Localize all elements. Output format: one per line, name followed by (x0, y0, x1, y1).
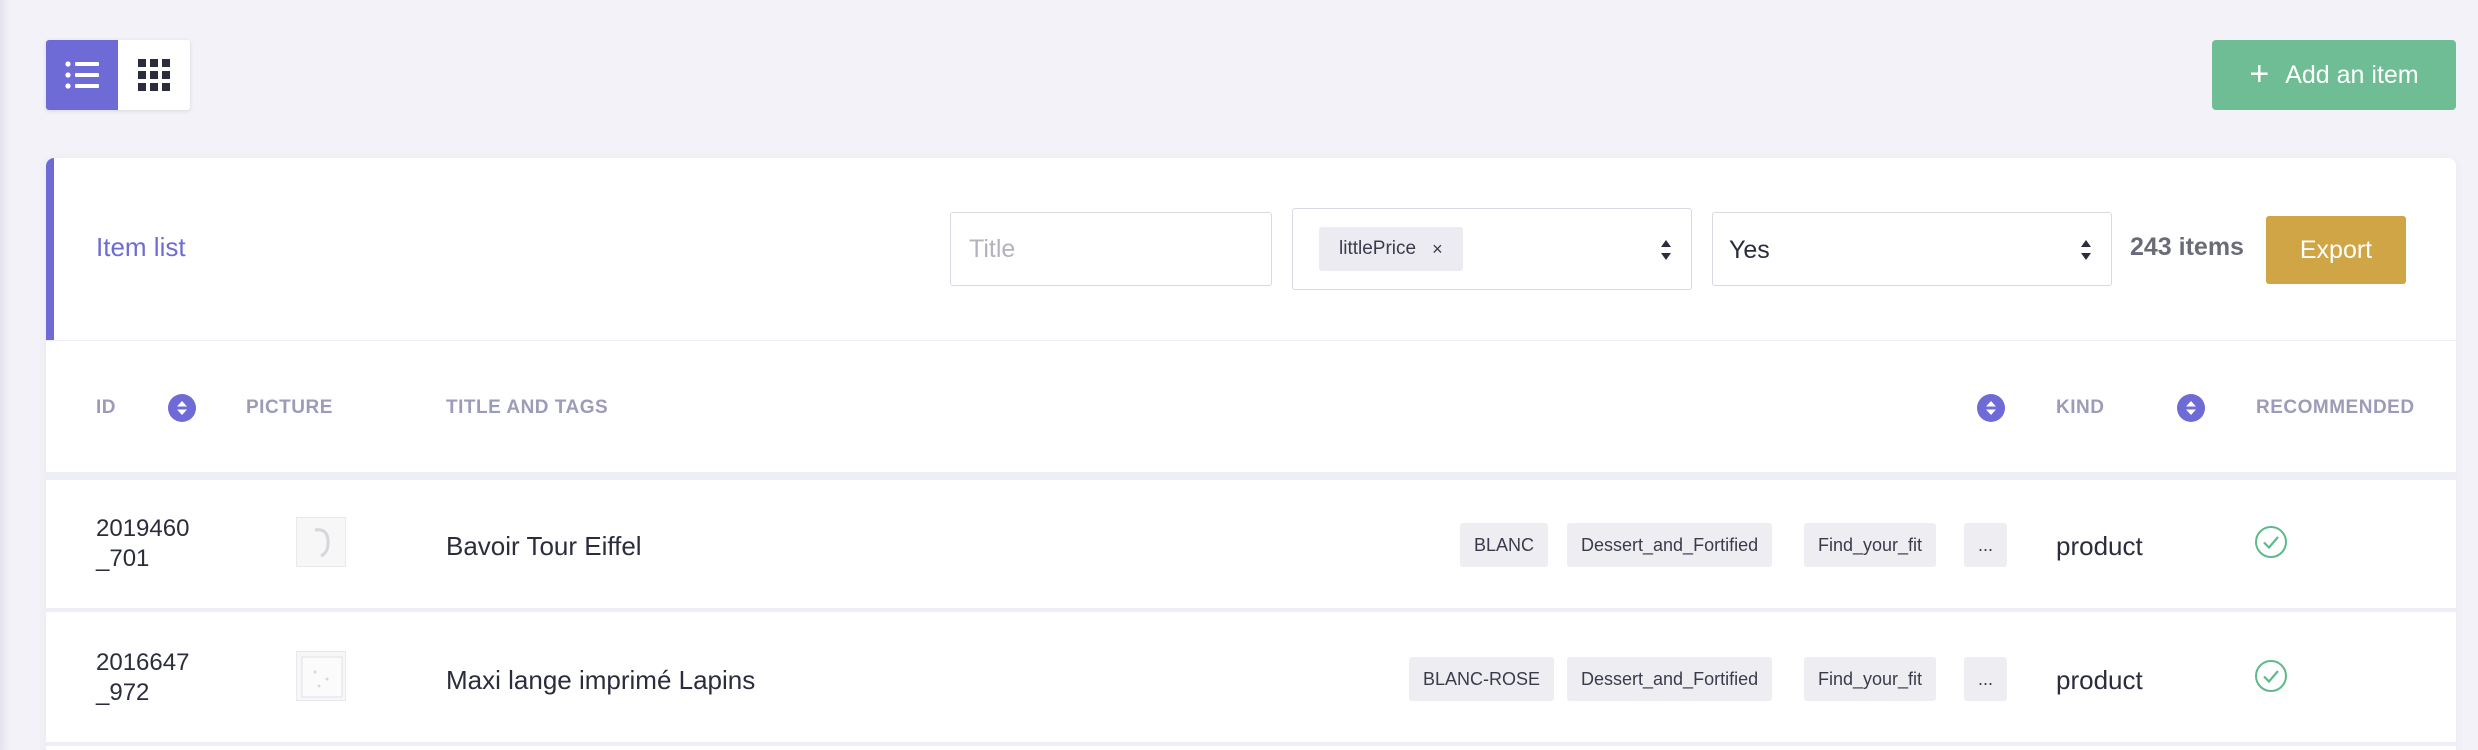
check-circle-icon (2255, 526, 2287, 558)
header-title-and-tags: TITLE AND TAGS (446, 397, 609, 418)
header-kind: KIND (2056, 397, 2105, 418)
row-title[interactable]: Bavoir Tour Eiffel (446, 531, 642, 562)
recommended-filter-select[interactable]: Yes (1712, 212, 2112, 286)
row-id-line2: _972 (96, 679, 150, 706)
sort-icon[interactable] (168, 394, 196, 422)
updown-arrows-icon (1661, 240, 1671, 260)
row-tag: Find_your_fit (1804, 523, 1937, 567)
row-id: 2016647 _972 (96, 648, 206, 708)
row-tag: Dessert_and_Fortified (1567, 523, 1773, 567)
list-view-button[interactable] (46, 40, 118, 110)
grid-view-button[interactable] (118, 40, 190, 110)
left-edge-shadow (0, 0, 10, 750)
recommended-filter-value: Yes (1729, 236, 1770, 264)
panel-title: Item list (96, 232, 186, 262)
title-filter-input[interactable] (950, 212, 1272, 286)
row-id-line2: _701 (96, 545, 150, 572)
updown-arrows-icon (2081, 240, 2091, 260)
tag-filter-select[interactable]: littlePrice × (1292, 208, 1692, 290)
row-tag: BLANC (1460, 523, 1549, 567)
tag-filter-chip-label: littlePrice (1339, 238, 1417, 259)
more-tags[interactable]: ... (1964, 523, 2008, 567)
sort-icon[interactable] (1977, 394, 2005, 422)
grid-icon (138, 59, 170, 91)
list-icon (65, 61, 99, 89)
chip-remove-icon[interactable]: × (1432, 239, 1443, 260)
header-picture: PICTURE (246, 397, 333, 418)
panel-divider (46, 340, 2456, 341)
row-tag: Dessert_and_Fortified (1567, 657, 1773, 701)
sort-icon[interactable] (2177, 394, 2205, 422)
panel-accent-bar (46, 158, 54, 340)
item-count: 243 items (2130, 233, 2244, 261)
item-thumbnail (296, 651, 346, 701)
row-title[interactable]: Maxi lange imprimé Lapins (446, 665, 755, 696)
row-kind: product (2056, 531, 2143, 561)
header-separator (46, 472, 2456, 480)
item-thumbnail (296, 517, 346, 567)
row-tag: BLANC-ROSE (1409, 657, 1555, 701)
row-id-line1: 2019460 (96, 515, 190, 542)
more-tags[interactable]: ... (1964, 657, 2008, 701)
row-kind: product (2056, 665, 2143, 695)
row-separator (46, 608, 2456, 612)
header-id: ID (96, 397, 116, 418)
header-recommended: RECOMMENDED (2256, 397, 2415, 418)
tag-filter-chip: littlePrice × (1319, 227, 1463, 271)
row-id: 2019460 _701 (96, 514, 206, 574)
export-button[interactable]: Export (2266, 216, 2406, 284)
row-tag: Find_your_fit (1804, 657, 1937, 701)
check-circle-icon (2255, 660, 2287, 692)
add-item-label: Add an item (2285, 60, 2419, 89)
add-item-button[interactable]: + Add an item (2212, 40, 2456, 110)
row-separator (46, 742, 2456, 746)
plus-icon: + (2249, 54, 2270, 93)
row-id-line1: 2016647 (96, 649, 190, 676)
view-toggle (46, 40, 190, 110)
